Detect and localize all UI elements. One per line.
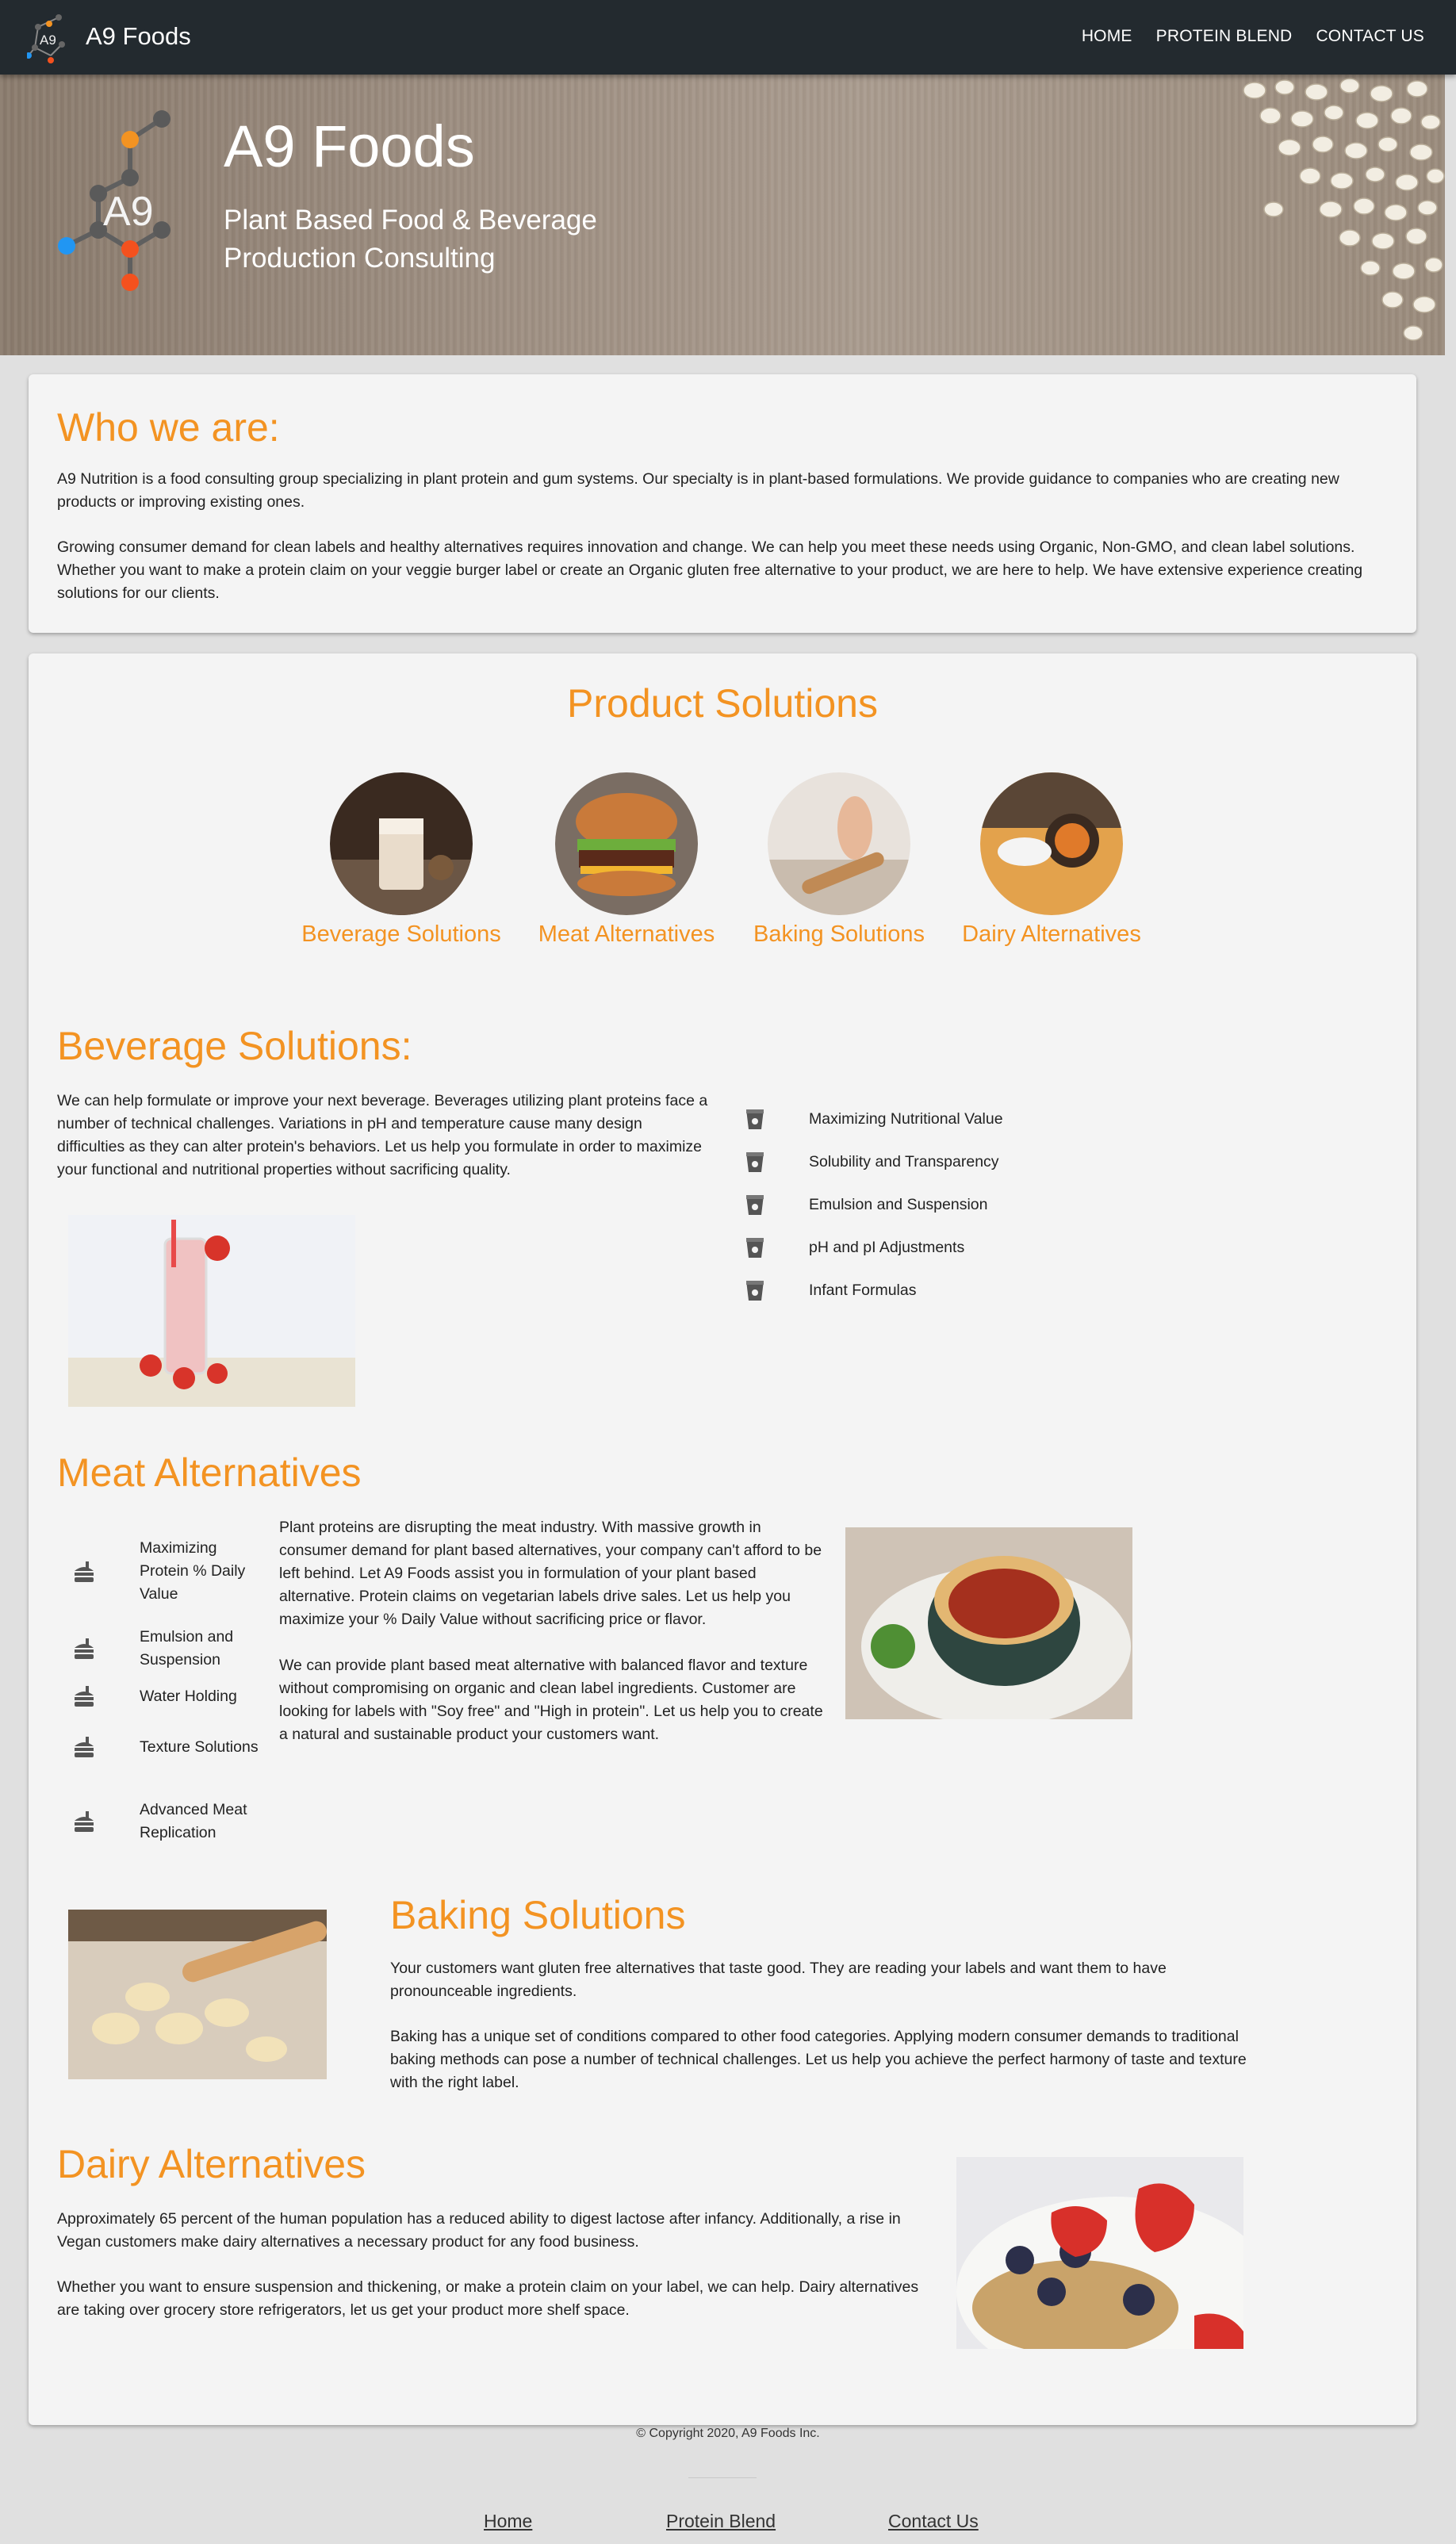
beverage-feature-label: Solubility and Transparency <box>809 1152 999 1170</box>
cup-icon <box>746 1109 764 1129</box>
beverage-solutions-link[interactable]: Beverage Solutions <box>290 921 512 948</box>
beverage-feature-item: Emulsion and Suspension <box>744 1193 987 1216</box>
nav-home-link[interactable]: HOME <box>1082 27 1132 46</box>
beverage-feature-label: Maximizing Nutritional Value <box>809 1109 1003 1128</box>
burger-icon <box>75 1561 94 1582</box>
footer-contact-us-link[interactable]: Contact Us <box>888 2511 979 2532</box>
beverage-feature-label: Emulsion and Suspension <box>809 1195 988 1213</box>
dairy-alternatives-title: Dairy Alternatives <box>57 2142 366 2186</box>
cup-icon <box>746 1152 764 1172</box>
meat-feature-label: Texture Solutions <box>140 1738 259 1756</box>
svg-text:A9: A9 <box>103 189 154 235</box>
hero-title: A9 Foods <box>224 113 475 179</box>
cup-icon <box>746 1281 764 1301</box>
baking-solutions-paragraph-1: Your customers want gluten free alternat… <box>390 1960 1167 2000</box>
beverage-solutions-text: We can help formulate or improve your ne… <box>57 1092 708 1178</box>
cup-icon <box>746 1195 764 1215</box>
beverage-feature-item: Solubility and Transparency <box>744 1150 999 1174</box>
meat-feature-item: Maximizing Protein % Daily Value <box>73 1537 295 1606</box>
svg-text:A9: A9 <box>40 33 56 48</box>
meat-feature-item: Water Holding <box>73 1684 295 1708</box>
beverage-solutions-circle-image[interactable] <box>330 772 473 915</box>
baking-solutions-title: Baking Solutions <box>390 1893 686 1937</box>
footer-divider <box>688 2477 757 2478</box>
footer-protein-blend-link[interactable]: Protein Blend <box>666 2511 776 2532</box>
who-we-are-paragraph-2: Growing consumer demand for clean labels… <box>57 538 1363 602</box>
meat-feature-item: Advanced Meat Replication <box>73 1799 295 1845</box>
baking-solutions-circle-image[interactable] <box>768 772 910 915</box>
beverage-feature-item: pH and pI Adjustments <box>744 1236 964 1259</box>
product-solutions-card: Product Solutions Beverage Solutions Mea… <box>29 653 1416 2425</box>
burger-icon <box>75 1737 94 1757</box>
strawberry-smoothie-image <box>68 1215 355 1407</box>
nav-contact-us-link[interactable]: CONTACT US <box>1316 27 1424 46</box>
beverage-solutions-title: Beverage Solutions: <box>57 1024 412 1068</box>
nav-links: HOME PROTEIN BLEND CONTACT US <box>1082 27 1424 46</box>
meat-alternatives-paragraph-1: Plant proteins are disrupting the meat i… <box>279 1519 822 1628</box>
meat-alternatives-circle-image[interactable] <box>555 772 698 915</box>
cup-icon <box>746 1238 764 1258</box>
meat-feature-item: Texture Solutions <box>73 1735 295 1759</box>
burger-icon <box>75 1811 94 1832</box>
beverage-feature-item: Maximizing Nutritional Value <box>744 1107 1003 1131</box>
dairy-alternatives-paragraph-2: Whether you want to ensure suspension an… <box>57 2278 919 2319</box>
white-beans-image <box>1243 78 1445 341</box>
baking-solutions-paragraph-2: Baking has a unique set of conditions co… <box>390 2028 1247 2091</box>
dairy-alternatives-link[interactable]: Dairy Alternatives <box>941 921 1163 948</box>
a9-molecule-logo-icon[interactable]: A9 <box>27 10 70 65</box>
meat-alternatives-link[interactable]: Meat Alternatives <box>515 921 738 948</box>
meat-feature-item: Emulsion and Suspension <box>73 1626 295 1672</box>
berries-yogurt-bowl-image <box>956 2157 1243 2349</box>
dairy-alternatives-circle-image[interactable] <box>980 772 1123 915</box>
who-we-are-title: Who we are: <box>57 405 280 450</box>
copyright-text: © Copyright 2020, A9 Foods Inc. <box>636 2427 820 2440</box>
beverage-feature-item: Infant Formulas <box>744 1278 916 1302</box>
baking-solutions-link[interactable]: Baking Solutions <box>728 921 950 948</box>
footer-home-link[interactable]: Home <box>484 2511 532 2532</box>
who-we-are-paragraph-1: A9 Nutrition is a food consulting group … <box>57 470 1339 511</box>
a9-molecule-hero-logo: A9 <box>58 110 171 291</box>
burger-icon <box>75 1638 94 1659</box>
dough-rolling-pin-image <box>68 1910 327 2079</box>
meat-alternatives-paragraph-2: We can provide plant based meat alternat… <box>279 1657 823 1743</box>
meat-feature-label: Advanced Meat Replication <box>140 1801 247 1841</box>
hero-banner: A9 A9 Foods Plant Based Food & Beverage … <box>0 75 1445 355</box>
meat-feature-label: Emulsion and Suspension <box>140 1628 234 1669</box>
beverage-feature-label: Infant Formulas <box>809 1281 917 1299</box>
meat-feature-label: Maximizing Protein % Daily Value <box>140 1539 246 1603</box>
top-navbar: A9 A9 Foods HOME PROTEIN BLEND CONTACT U… <box>0 0 1456 75</box>
who-we-are-card: Who we are: A9 Nutrition is a food consu… <box>29 374 1416 633</box>
burger-icon <box>75 1686 94 1707</box>
meat-dish-image <box>845 1527 1132 1719</box>
brand-name[interactable]: A9 Foods <box>86 22 191 51</box>
product-solutions-title: Product Solutions <box>567 681 878 726</box>
dairy-alternatives-paragraph-1: Approximately 65 percent of the human po… <box>57 2210 901 2251</box>
hero-subtitle: Plant Based Food & Beverage Production C… <box>224 205 597 274</box>
meat-alternatives-title: Meat Alternatives <box>57 1450 362 1495</box>
meat-feature-label: Water Holding <box>140 1687 237 1705</box>
nav-protein-blend-link[interactable]: PROTEIN BLEND <box>1156 27 1293 46</box>
beverage-feature-label: pH and pI Adjustments <box>809 1238 965 1256</box>
